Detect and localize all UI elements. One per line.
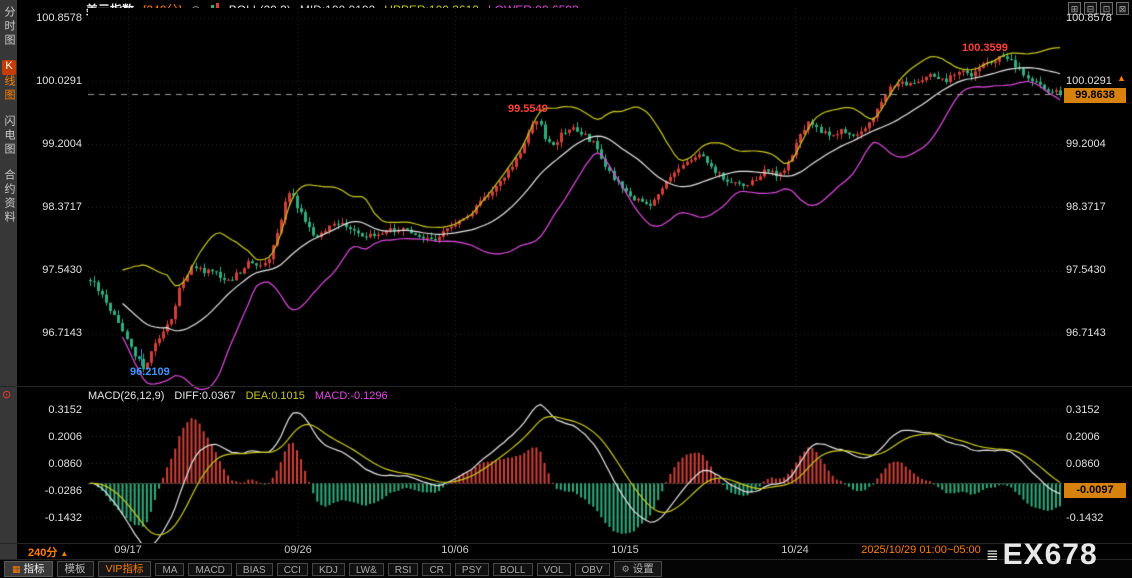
indicator-button-lw[interactable]: LW& (348, 562, 384, 576)
macd-axis-label: 0.2006 (1066, 431, 1100, 443)
indicator-button-obv[interactable]: OBV (574, 562, 610, 576)
macd-axis-label: 0.0860 (1066, 458, 1100, 470)
tab-indicator[interactable]: ▦ 指标 (4, 561, 53, 577)
sidebar-item-time-chart[interactable]: 分时图 (0, 6, 17, 48)
y-axis-label: 100.8578 (1066, 12, 1112, 24)
y-axis-label: 100.8578 (36, 12, 82, 24)
y-axis-label: 99.2004 (1066, 138, 1106, 150)
macd-axis-label: -0.1432 (1066, 512, 1104, 524)
high-price-annotation: 100.3599 (962, 42, 1008, 54)
tab-vip-indicator[interactable]: VIP指标 (97, 561, 152, 577)
y-axis-label: 98.3717 (42, 201, 82, 213)
indicator-button-kdj[interactable]: KDJ (311, 562, 345, 576)
indicator-button-bias[interactable]: BIAS (235, 562, 273, 576)
macd-axis-label: 0.0860 (48, 458, 82, 470)
y-axis-label: 99.2004 (42, 138, 82, 150)
x-axis: 240分 ▲ 09/17 09/26 10/06 10/15 10/24 202… (0, 544, 1132, 560)
macd-axis-label: -0.1432 (44, 512, 82, 524)
macd-diff-value: DIFF:0.0367 (174, 390, 236, 402)
main-chart-canvas[interactable] (88, 8, 1062, 392)
indicator-button-vol[interactable]: VOL (536, 562, 571, 576)
y-axis-label: 97.5430 (1066, 264, 1106, 276)
x-axis-label: 10/06 (441, 544, 469, 556)
sidebar-item-flash-chart[interactable]: 闪电图 (0, 115, 17, 157)
chart-app: 分时图 K线图 闪电图 合约资料 ⊙ 美元指数 [240分] ⊖ BOLL(20… (0, 0, 1132, 578)
low-price-annotation: 96.2109 (130, 366, 170, 378)
macd-axis-label: 0.3152 (1066, 404, 1100, 416)
y-axis-label: 97.5430 (42, 264, 82, 276)
current-candle-time: 2025/10/29 01:00~05:00 (861, 544, 981, 556)
indicator-grid-icon: ▦ (12, 564, 21, 574)
macd-canvas[interactable] (88, 403, 1062, 543)
settings-button[interactable]: ⚙ 设置 (613, 561, 662, 577)
gear-icon: ⚙ (621, 564, 630, 574)
kline-tab-rest: 线图 (3, 75, 15, 103)
watermark-text: EX678 (1002, 538, 1098, 571)
watermark: ≣ EX678 (986, 538, 1098, 572)
period-up-arrow-icon: ▲ (60, 549, 69, 558)
x-axis-label: 10/15 (611, 544, 639, 556)
sidebar-item-kline-chart[interactable]: K线图 (0, 60, 17, 103)
macd-last-value-box: -0.0097 (1064, 483, 1126, 498)
macd-dea-value: DEA:0.1015 (245, 390, 305, 402)
macd-title: MACD(26,12,9) (88, 390, 165, 402)
macd-axis-label: -0.0286 (44, 485, 82, 497)
footer-toolbar: ▦ 指标 模板 VIP指标 MA MACD BIAS CCI KDJ LW& RS… (0, 560, 1132, 578)
peak-price-annotation: 99.5549 (508, 103, 548, 115)
indicator-settings-icon[interactable]: ⊙ (2, 388, 11, 401)
panel-divider (0, 386, 1132, 387)
x-axis-label: 09/26 (284, 544, 312, 556)
indicator-button-ma[interactable]: MA (155, 562, 185, 576)
indicator-button-macd[interactable]: MACD (188, 562, 232, 576)
indicator-button-cci[interactable]: CCI (276, 562, 308, 576)
macd-macd-value: MACD:-0.1296 (314, 390, 388, 402)
macd-axis-label: 0.3152 (48, 404, 82, 416)
y-axis-label: 100.0291 (36, 75, 82, 87)
period-selector[interactable]: 240分 ▲ (28, 544, 68, 560)
x-axis-label: 09/17 (114, 544, 142, 556)
kline-tab-head: K (2, 60, 16, 75)
y-axis-label: 96.7143 (1066, 327, 1106, 339)
sidebar-item-contract-info[interactable]: 合约资料 (0, 169, 17, 225)
macd-header: MACD(26,12,9) DIFF:0.0367 DEA:0.1015 MAC… (88, 390, 388, 402)
last-price-box: 99.8638 (1064, 88, 1126, 103)
indicator-button-psy[interactable]: PSY (454, 562, 489, 576)
tab-template[interactable]: 模板 (56, 561, 94, 577)
indicator-button-boll[interactable]: BOLL (492, 562, 533, 576)
price-up-arrow-icon: ▲ (1117, 73, 1126, 83)
indicator-button-rsi[interactable]: RSI (387, 562, 419, 576)
sidebar: 分时图 K线图 闪电图 合约资料 ⊙ (0, 0, 17, 560)
low-annotation-line (141, 349, 142, 366)
macd-axis-label: 0.2006 (48, 431, 82, 443)
ex678-logo-icon: ≣ (986, 547, 999, 564)
x-axis-label: 10/24 (781, 544, 809, 556)
y-axis-label: 96.7143 (42, 327, 82, 339)
y-axis-label: 98.3717 (1066, 201, 1106, 213)
indicator-button-cr[interactable]: CR (422, 562, 451, 576)
